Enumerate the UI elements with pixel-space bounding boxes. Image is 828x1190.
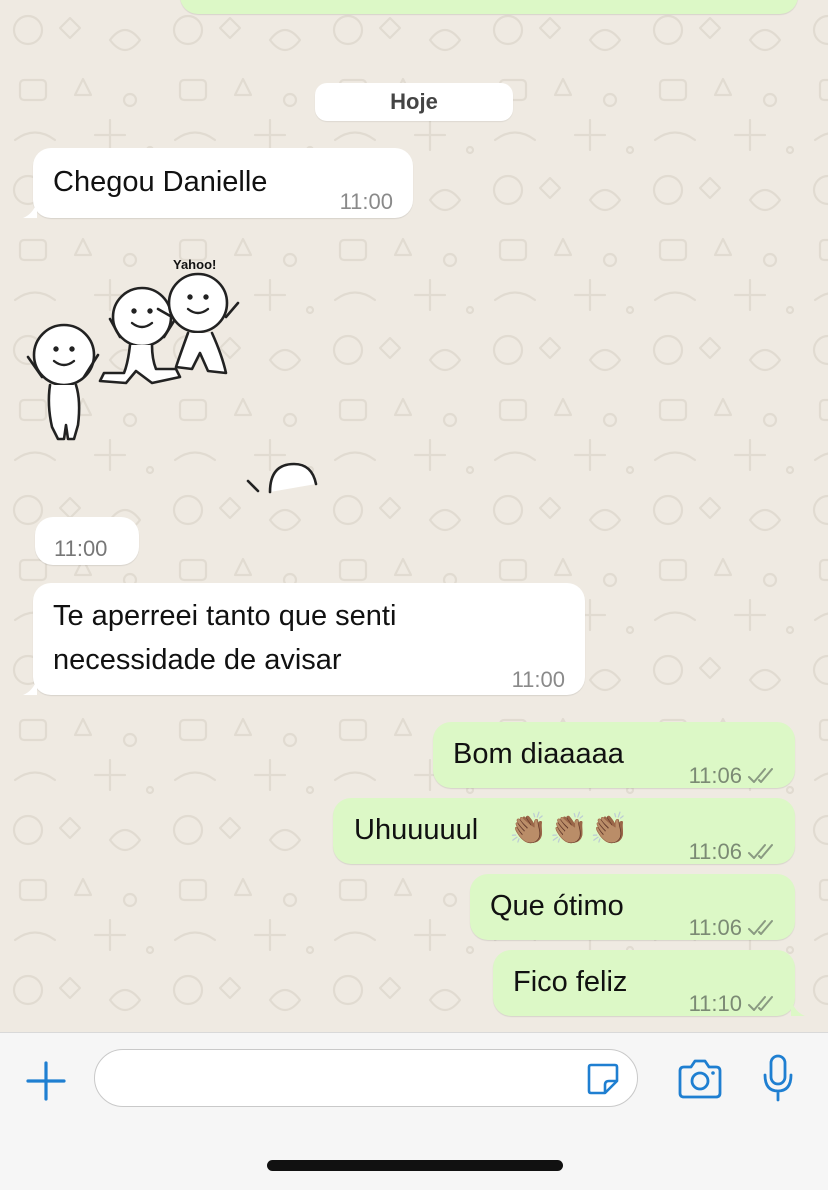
clapping-hands-emoji: 👏🏽👏🏽👏🏽: [509, 811, 631, 846]
read-double-check-icon: [748, 996, 773, 1011]
message-text: Que ótimo: [490, 890, 624, 922]
incoming-message[interactable]: Te aperreei tanto que senti necessidade …: [23, 583, 585, 695]
bubble-tail: [23, 679, 37, 695]
outgoing-message[interactable]: Fico feliz 11:10: [493, 950, 805, 1016]
sticker-icon[interactable]: [585, 1061, 621, 1097]
read-double-check-icon: [748, 844, 773, 859]
message-time: 11:00: [54, 536, 108, 561]
outgoing-message[interactable]: Bom diaaaaa 11:06: [433, 722, 795, 788]
read-double-check-icon: [748, 920, 773, 935]
outgoing-message[interactable]: Uhuuuuul 👏🏽👏🏽👏🏽 11:06: [333, 798, 795, 864]
microphone-icon[interactable]: [760, 1053, 796, 1103]
message-text-line: necessidade de avisar: [53, 644, 342, 676]
bubble-tail: [23, 202, 37, 218]
dancing-people-sticker: [26, 272, 318, 494]
message-time-status: 11:06: [689, 755, 777, 797]
message-time: 11:06: [688, 915, 742, 940]
incoming-message[interactable]: Chegou Danielle 11:00: [23, 148, 413, 218]
message-time: 11:06: [688, 839, 742, 864]
home-indicator: [267, 1160, 563, 1171]
sticker-message[interactable]: Yahoo!: [20, 245, 320, 495]
partial-outgoing-bubble[interactable]: [180, 0, 798, 14]
date-separator: Hoje: [315, 83, 513, 121]
message-input[interactable]: [94, 1049, 638, 1107]
message-time: 11:10: [688, 991, 742, 1016]
chat-area[interactable]: Hoje Chegou Danielle 11:00 Yahoo! 11:00 …: [0, 0, 828, 1032]
message-text: Fico feliz: [513, 966, 628, 998]
message-text: Uhuuuuul: [354, 814, 479, 846]
message-time: 11:00: [339, 189, 393, 214]
message-time-status: 11:10: [689, 983, 777, 1025]
message-time-status: 11:06: [689, 831, 777, 873]
message-text: Chegou Danielle: [53, 166, 268, 198]
sticker-time-pill: 11:00: [35, 517, 139, 565]
message-time: 11:00: [511, 667, 565, 692]
message-time-status: 11:06: [689, 907, 777, 949]
read-double-check-icon: [748, 768, 773, 783]
outgoing-message[interactable]: Que ótimo 11:06: [470, 874, 795, 940]
plus-icon[interactable]: [24, 1059, 68, 1103]
message-time: 11:06: [688, 763, 742, 788]
bubble-tail: [791, 1000, 805, 1016]
message-text-line: Te aperreei tanto que senti: [53, 600, 397, 632]
message-text: Bom diaaaaa: [453, 738, 624, 770]
camera-icon[interactable]: [676, 1057, 724, 1101]
